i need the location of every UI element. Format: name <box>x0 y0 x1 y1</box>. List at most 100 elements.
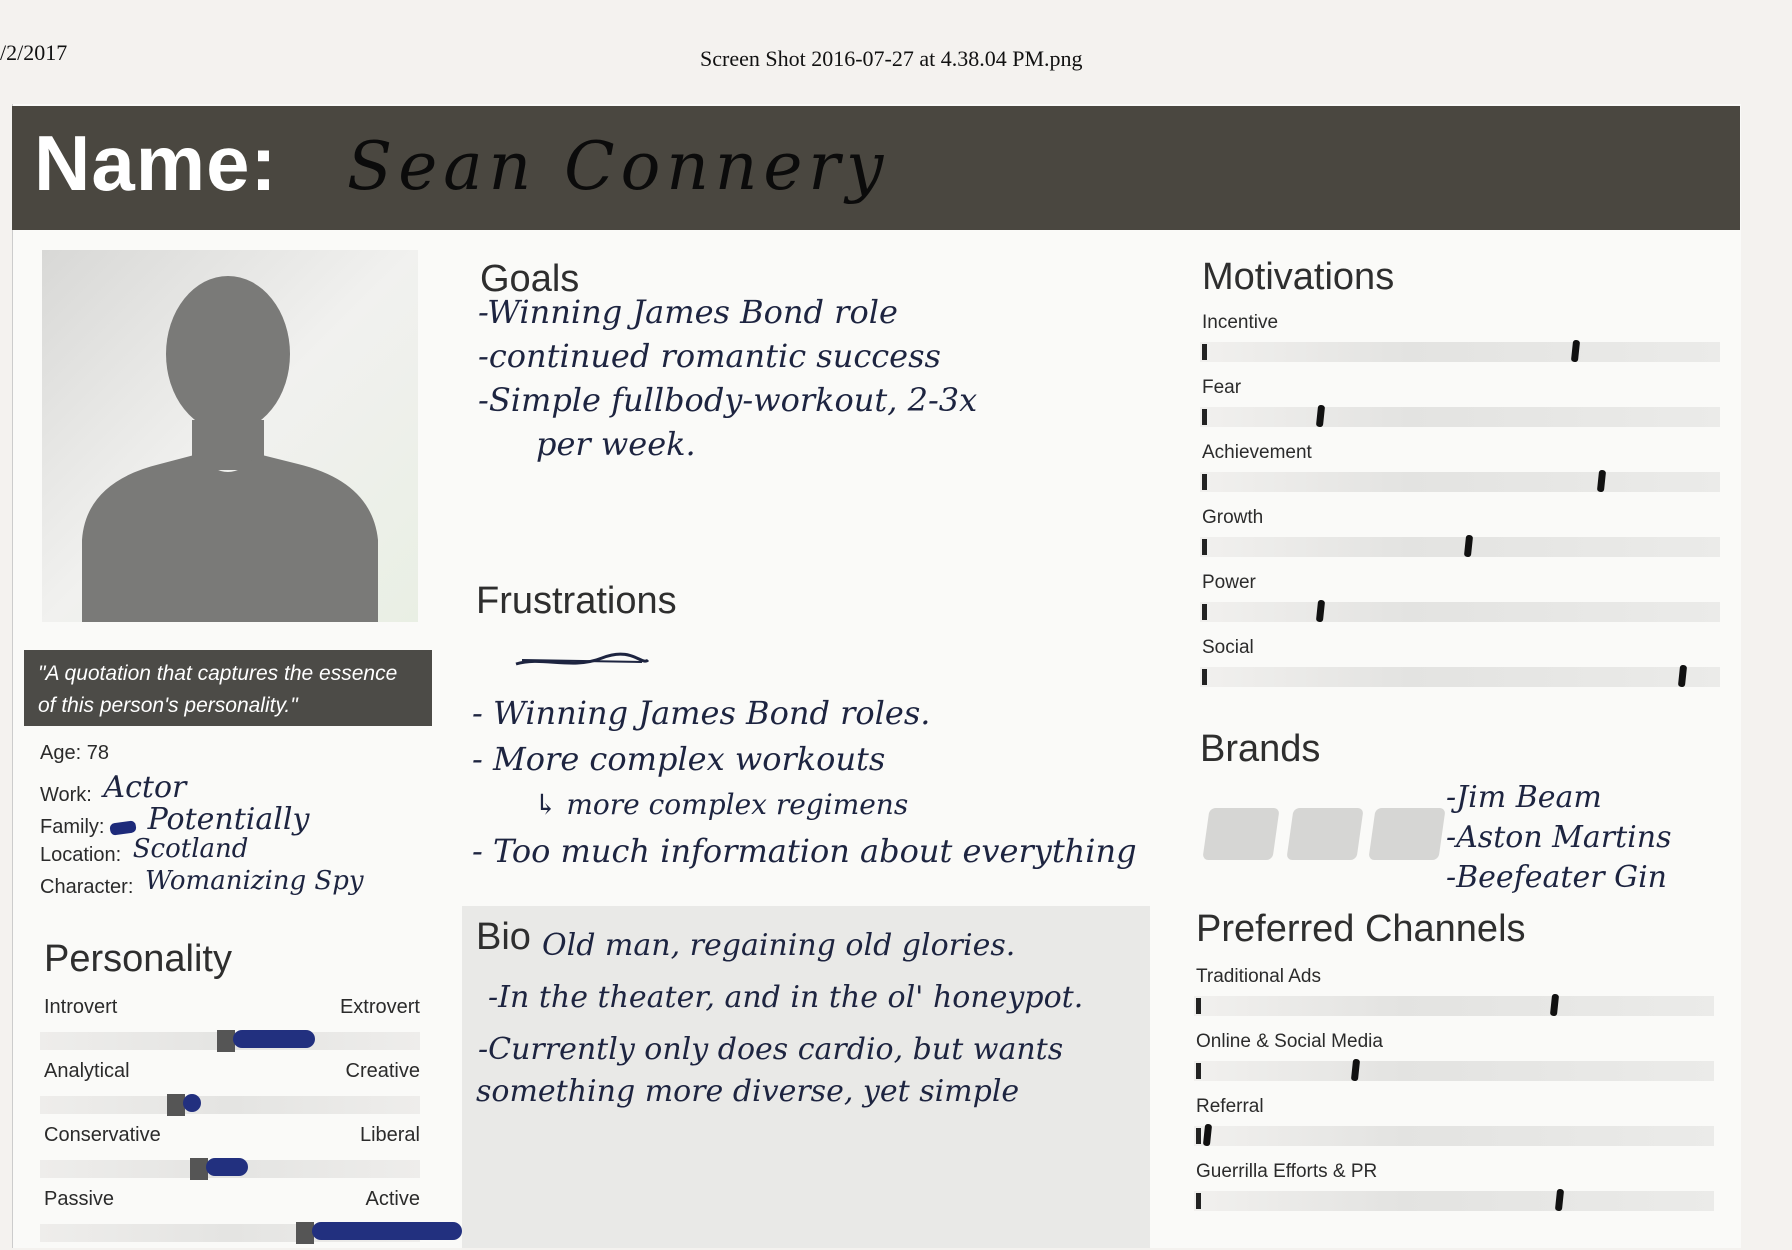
personality-right-label: Liberal <box>359 1124 420 1146</box>
channel-track <box>1194 993 1714 1017</box>
goal-item: per week. <box>536 425 696 463</box>
motivation-label: Incentive <box>1202 312 1279 333</box>
goal-item: -Winning James Bond role <box>478 293 898 331</box>
fact-label: Work: <box>40 784 92 806</box>
motivation-row: Fear <box>1200 377 1720 441</box>
fact-age: Age: 78 <box>40 742 420 774</box>
personality-right-label: Active <box>365 1188 420 1210</box>
motivation-start-tick <box>1202 344 1207 360</box>
motivation-track <box>1200 664 1720 688</box>
personality-right-label: Creative <box>345 1060 420 1082</box>
channel-start-tick <box>1196 1128 1201 1144</box>
channel-start-tick <box>1196 1193 1201 1209</box>
fact-value: Womanizing Spy <box>144 866 364 896</box>
channel-row: Referral <box>1194 1096 1714 1160</box>
profile-photo <box>42 250 418 622</box>
brands-list: -Jim Beam -Aston Martins -Beefeater Gin <box>1446 778 1671 898</box>
personality-title: Personality <box>44 938 232 980</box>
channel-start-tick <box>1196 998 1201 1014</box>
brand-item: -Beefeater Gin <box>1446 860 1668 895</box>
personality-track <box>40 1030 420 1052</box>
personality-row: Introvert Extrovert <box>40 996 420 1058</box>
goal-item: -continued romantic success <box>478 337 941 375</box>
fact-label: Character: <box>40 876 134 898</box>
channel-marker <box>1350 1058 1361 1082</box>
persona-facts: Age: 78 Work: Actor Family: Potentially … <box>40 742 420 902</box>
motivation-label: Fear <box>1202 377 1242 398</box>
brand-logo-placeholder-icon <box>1368 808 1446 860</box>
goals-list: -Winning James Bond role -continued roma… <box>478 290 1138 466</box>
goal-item: -Simple fullbody-workout, 2-3x <box>478 381 978 419</box>
channel-label: Traditional Ads <box>1196 966 1321 987</box>
personality-row: Passive Active <box>40 1188 462 1250</box>
name-value: Sean Connery <box>347 128 890 205</box>
motivation-start-tick <box>1202 474 1207 490</box>
personality-left-label: Passive <box>44 1188 115 1210</box>
fact-value: Scotland <box>132 834 249 864</box>
fact-label: Age: <box>40 742 82 764</box>
channel-track <box>1194 1058 1714 1082</box>
motivation-label: Social <box>1202 637 1254 658</box>
motivation-label: Achievement <box>1202 442 1312 463</box>
motivation-marker <box>1315 599 1326 623</box>
channel-marker <box>1554 1188 1565 1212</box>
motivation-track <box>1200 599 1720 623</box>
personality-row: Conservative Liberal <box>40 1124 420 1186</box>
ink-scribble <box>183 1094 201 1112</box>
channels-title: Preferred Channels <box>1196 908 1526 950</box>
ink-scribble <box>233 1030 315 1048</box>
channel-marker <box>1202 1123 1213 1147</box>
channel-start-tick <box>1196 1063 1201 1079</box>
bio-line: something more diverse, yet simple <box>476 1074 1020 1109</box>
frustrations-title: Frustrations <box>476 580 677 622</box>
person-silhouette-icon <box>82 276 378 622</box>
name-label: Name: <box>34 119 278 207</box>
motivation-track <box>1200 404 1720 428</box>
personality-left-label: Introvert <box>44 996 118 1018</box>
channel-track <box>1194 1123 1714 1147</box>
motivation-row: Social <box>1200 637 1720 701</box>
motivation-row: Growth <box>1200 507 1720 571</box>
brand-item: -Jim Beam <box>1446 780 1602 815</box>
channel-marker <box>1549 993 1560 1017</box>
motivation-track <box>1200 469 1720 493</box>
brand-logo-placeholder-icon <box>1202 808 1280 860</box>
frustration-item: - Too much information about everything <box>472 832 1137 870</box>
brands-title: Brands <box>1200 728 1321 770</box>
motivation-label: Growth <box>1202 507 1264 528</box>
motivation-start-tick <box>1202 669 1207 685</box>
personality-track <box>40 1094 420 1116</box>
fact-label: Location: <box>40 844 122 866</box>
channel-row: Guerrilla Efforts & PR <box>1194 1161 1714 1225</box>
channel-row: Traditional Ads <box>1194 966 1714 1030</box>
motivation-marker <box>1463 534 1474 558</box>
fact-value: 78 <box>86 742 109 764</box>
crossed-out-scribble <box>515 652 650 666</box>
motivations-title: Motivations <box>1202 256 1395 298</box>
personality-track <box>40 1222 462 1244</box>
persona-quote: "A quotation that captures the essence o… <box>24 650 432 726</box>
motivation-track <box>1200 339 1720 363</box>
personality-left-label: Analytical <box>44 1060 130 1082</box>
bio-line: Old man, regaining old glories. <box>542 928 1016 963</box>
channel-label: Guerrilla Efforts & PR <box>1196 1161 1378 1182</box>
frustration-item: - Winning James Bond roles. <box>472 694 931 732</box>
personality-track <box>40 1158 420 1180</box>
bio-text: Old man, regaining old glories. -In the … <box>476 920 1176 1118</box>
brand-item: -Aston Martins <box>1446 820 1672 855</box>
brand-logo-placeholder-icon <box>1286 808 1364 860</box>
personality-row: Analytical Creative <box>40 1060 420 1122</box>
channel-row: Online & Social Media <box>1194 1031 1714 1095</box>
motivation-label: Power <box>1202 572 1256 593</box>
personality-right-label: Extrovert <box>339 996 420 1018</box>
motivation-marker <box>1315 404 1326 428</box>
motivation-marker <box>1596 469 1607 493</box>
bio-line: -In the theater, and in the ol' honeypot… <box>488 980 1084 1015</box>
fact-value: Potentially <box>147 802 310 837</box>
ink-scribble <box>206 1158 248 1176</box>
print-date: /2/2017 <box>0 40 68 65</box>
motivation-marker <box>1677 664 1688 688</box>
fact-value: Actor <box>103 770 187 805</box>
fact-character: Character: Womanizing Spy <box>40 866 420 902</box>
frustrations-list: - Winning James Bond roles. - More compl… <box>472 690 1192 874</box>
